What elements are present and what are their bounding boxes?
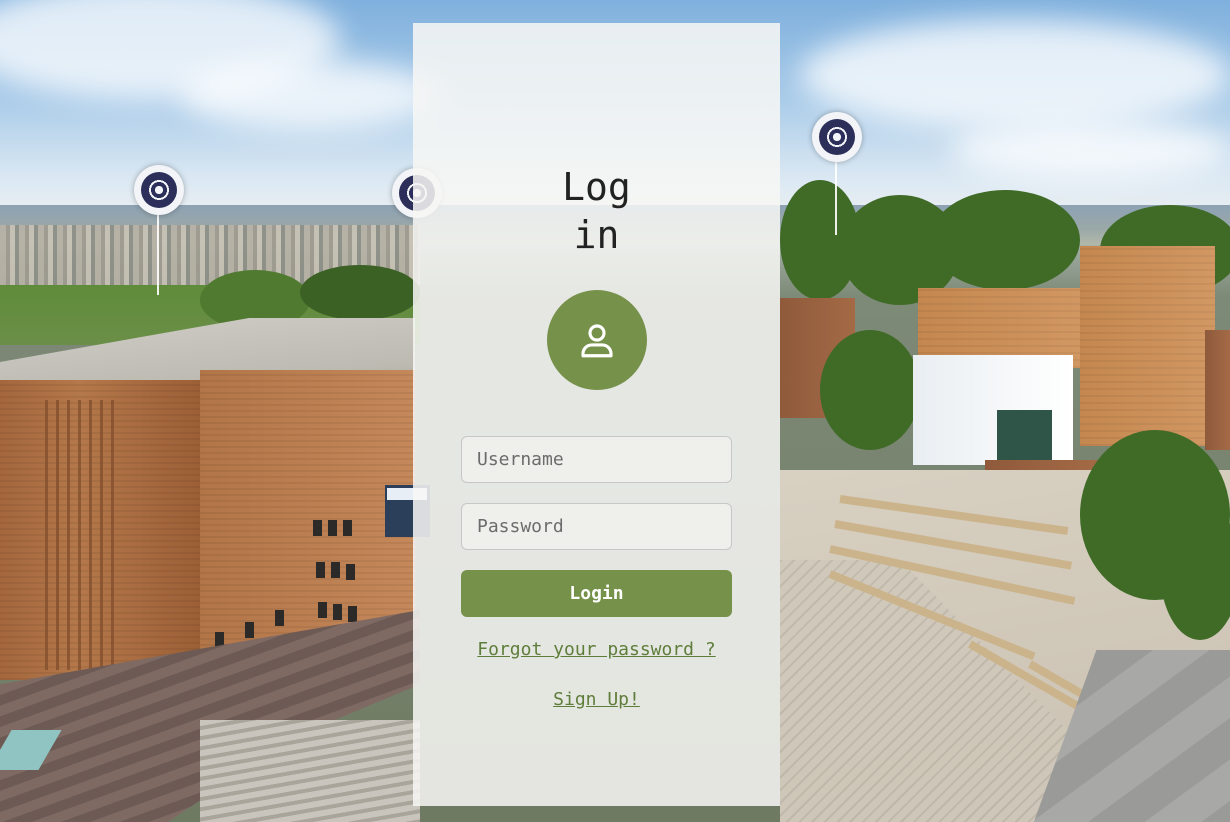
login-button[interactable]: Login xyxy=(461,570,732,617)
user-avatar xyxy=(547,290,647,390)
forgot-password-link[interactable]: Forgot your password ? xyxy=(413,639,780,660)
username-input[interactable] xyxy=(461,436,732,483)
sign-up-link[interactable]: Sign Up! xyxy=(413,689,780,710)
location-hotspot-icon[interactable] xyxy=(134,165,184,215)
page-title: Log in xyxy=(562,165,631,257)
user-icon xyxy=(581,324,613,358)
location-hotspot-icon[interactable] xyxy=(812,112,862,162)
password-input[interactable] xyxy=(461,503,732,550)
login-panel: Log in Login Forgot your password ? Sign… xyxy=(413,23,780,806)
